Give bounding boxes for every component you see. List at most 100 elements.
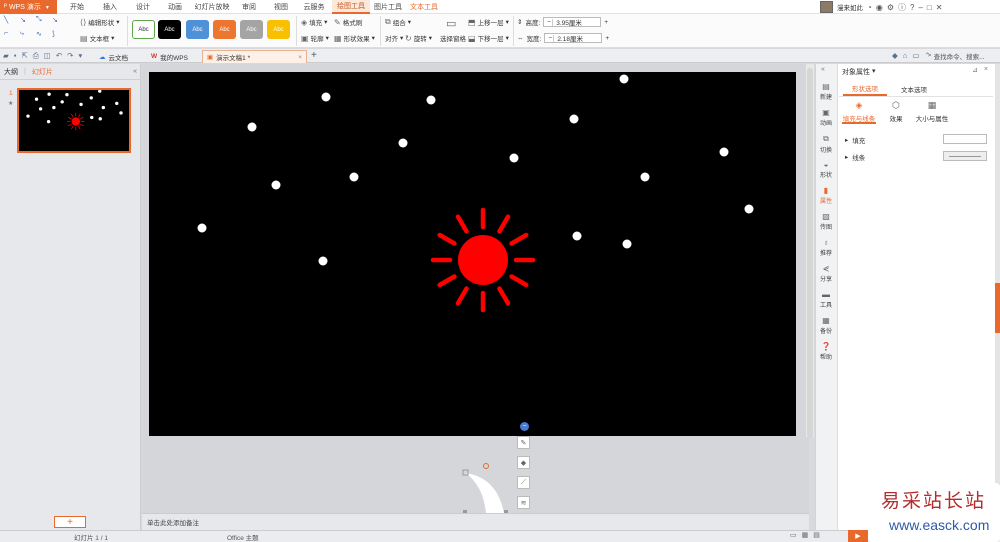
panel-resize-handle[interactable] — [995, 283, 1000, 333]
tab-shape-options[interactable]: 形状选项 — [843, 82, 887, 96]
format-painter-button[interactable]: ✎ 格式刷 — [334, 17, 362, 28]
selection-pane-icon[interactable]: ▭ — [446, 17, 456, 30]
minimize-icon[interactable]: – — [918, 3, 922, 12]
fill-row[interactable]: ▸ 填充 — [845, 135, 865, 145]
bring-forward-button[interactable]: ⬒ 上移一层 ▾ — [468, 17, 509, 28]
group-button[interactable]: ⧉ 组合 ▾ — [385, 17, 411, 27]
user-name[interactable]: 漫来如此 — [837, 2, 863, 12]
new-tab-button[interactable]: + — [311, 50, 317, 61]
rail-upload-image[interactable]: ▨ 传图 — [815, 212, 837, 231]
rail-properties[interactable]: ▮ 属性 — [815, 186, 837, 205]
notes-area[interactable]: 单击此处添加备注 — [142, 513, 809, 530]
preview-icon[interactable]: ◫ — [44, 51, 51, 61]
menu-item-cloud[interactable]: 云服务 — [300, 0, 328, 14]
width-field[interactable]: − 2.18厘米 — [544, 33, 603, 43]
shape-style-gray[interactable]: Abc — [240, 20, 263, 39]
tab-current-document[interactable]: ▣ 演示文稿1 * × — [202, 50, 307, 63]
rail-transition[interactable]: ⧉ 切换 — [815, 134, 837, 154]
reading-view-icon[interactable]: ▤ — [813, 531, 820, 539]
export-icon[interactable]: ⇱ — [21, 51, 27, 61]
redo-icon[interactable]: ↷ — [67, 51, 73, 61]
shape-style-blue[interactable]: Abc — [186, 20, 209, 39]
shape-style-yellow[interactable]: Abc — [267, 20, 290, 39]
arrow-shape-icon[interactable]: ↘ — [20, 16, 36, 30]
curve-shape-icon[interactable]: ∿ — [36, 30, 52, 44]
avatar[interactable] — [820, 1, 833, 13]
height-field[interactable]: − 3.95厘米 — [543, 17, 602, 27]
freeform-shape-icon[interactable]: ⟆ — [52, 30, 68, 44]
maximize-icon[interactable]: □ — [927, 3, 932, 12]
text-box-button[interactable]: ▤ 文本框 ▾ — [80, 33, 114, 44]
menu-item-view[interactable]: 视图 — [268, 0, 294, 14]
shape-style-white[interactable]: Abc — [132, 20, 155, 39]
minus-icon[interactable]: − — [520, 422, 529, 431]
tab-slides[interactable]: 幻灯片 — [32, 67, 53, 77]
menu-item-picture-tools[interactable]: 图片工具 — [372, 0, 404, 14]
close-icon[interactable]: × — [984, 66, 988, 74]
panel-title-button[interactable]: 对象属性 ▾ — [842, 67, 876, 77]
fill-bucket-icon[interactable]: ◆ — [517, 456, 530, 469]
slide-thumbnail[interactable] — [17, 88, 131, 153]
save-icon[interactable]: ▪ — [14, 51, 17, 61]
shape-gallery[interactable]: ╲ ↘ ⤡ ↘ ⌐ ⤷ ∿ ⟆ — [4, 16, 68, 46]
subtab-effect[interactable]: ⬡ 效果 — [884, 100, 908, 123]
fill-color-picker[interactable] — [943, 134, 987, 144]
outline-button[interactable]: ▣ 轮廓 ▾ — [301, 33, 329, 44]
open-icon[interactable]: ▰ — [3, 51, 9, 61]
panel-pin-icon[interactable]: « — [821, 66, 825, 73]
info-icon[interactable]: ⓘ — [898, 2, 906, 13]
double-arrow-shape-icon[interactable]: ⤡ — [36, 16, 52, 30]
menu-item-text-tools[interactable]: 文本工具 — [408, 0, 440, 14]
rail-animation[interactable]: ▣ 动画 — [815, 108, 837, 127]
shape-effect-button[interactable]: ▦ 形状效果 ▾ — [334, 33, 375, 44]
rail-share[interactable]: ⋞ 分享 — [815, 264, 837, 283]
normal-view-icon[interactable]: ▭ — [790, 531, 797, 539]
tab-text-options[interactable]: 文本选项 — [892, 82, 936, 96]
elbow-connector-icon[interactable]: ⌐ — [4, 30, 20, 44]
rail-tools[interactable]: ▬ 工具 — [815, 290, 837, 309]
customize-icon[interactable]: ▾ — [78, 51, 82, 61]
edit-shape-button[interactable]: ⟨⟩ 编辑形状 ▾ — [80, 17, 120, 28]
gear-icon[interactable]: ⚙ — [887, 3, 894, 12]
layers-icon[interactable]: ≋ — [517, 496, 530, 509]
tab-cloud-docs[interactable]: ☁ 云文档 — [95, 50, 132, 63]
panel-collapse-icon[interactable]: « — [133, 68, 137, 75]
slide[interactable] — [149, 72, 796, 436]
height-decrement-button[interactable]: − — [544, 18, 554, 26]
pin-icon[interactable]: ⊿ — [972, 66, 978, 74]
line-style-picker[interactable] — [943, 151, 987, 161]
pin-icon[interactable]: ◆ — [892, 51, 898, 60]
selected-moon-shape[interactable] — [460, 463, 512, 515]
edit-shape-icon[interactable]: ✎ — [517, 436, 530, 449]
shape-style-black[interactable]: Abc — [158, 20, 181, 39]
print-icon[interactable]: ⎙ — [33, 51, 39, 61]
width-increment-button[interactable]: + — [605, 35, 609, 42]
elbow-connector-icon[interactable]: ↘ — [52, 16, 68, 30]
menu-item-review[interactable]: 审阅 — [236, 0, 262, 14]
line-shape-icon[interactable]: ╲ — [4, 16, 20, 30]
share-icon[interactable]: ⌂ — [903, 51, 908, 60]
scrollbar-thumb[interactable] — [807, 68, 813, 438]
subtab-fill-line[interactable]: ◈ 填充与线条 — [842, 100, 876, 123]
align-button[interactable]: 对齐 ▾ — [385, 33, 403, 43]
sorter-view-icon[interactable]: ▦ — [802, 531, 809, 539]
rail-shape[interactable]: ◒ 形状 — [815, 160, 837, 179]
menu-item-drawing-tools[interactable]: 绘图工具 — [332, 0, 370, 14]
clock-icon[interactable]: ◔ — [867, 3, 872, 12]
play-slideshow-button[interactable]: ▶ — [848, 530, 868, 542]
add-slide-button[interactable]: + — [54, 516, 86, 528]
tab-outline[interactable]: 大纲 — [4, 67, 18, 77]
comment-icon[interactable]: ▭ — [912, 51, 919, 60]
app-menu-button[interactable]: ᴾ WPS 演示 ▾ — [0, 0, 57, 14]
menu-item-animation[interactable]: 动画 — [160, 0, 190, 14]
send-backward-button[interactable]: ⬓ 下移一层 ▾ — [468, 33, 509, 44]
rail-help[interactable]: ❓ 帮助 — [815, 342, 837, 361]
menu-item-design[interactable]: 设计 — [128, 0, 158, 14]
curve-connector-icon[interactable]: ⤷ — [20, 30, 36, 44]
width-decrement-button[interactable]: − — [545, 34, 555, 42]
line-row[interactable]: ▸ 线条 — [845, 152, 865, 162]
outline-pen-icon[interactable]: ⟋ — [517, 476, 530, 489]
skin-icon[interactable]: ◉ — [876, 3, 883, 12]
menu-item-insert[interactable]: 插入 — [95, 0, 125, 14]
sun-shape[interactable] — [430, 207, 536, 313]
